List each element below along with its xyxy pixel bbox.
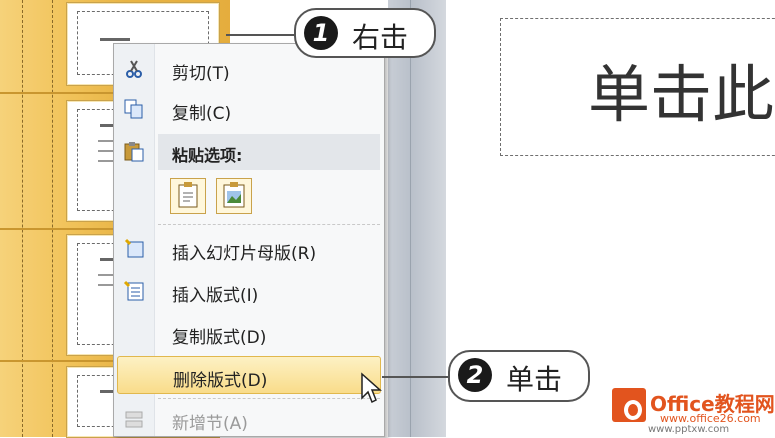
menu-separator — [158, 398, 380, 399]
mouse-pointer-icon — [360, 372, 384, 410]
menu-item-insert-layout[interactable]: 插入版式(I) — [114, 272, 384, 310]
menu-item-copy[interactable]: 复制(C) — [114, 90, 384, 128]
keep-text-only-icon — [171, 182, 205, 217]
callout-text: 右击 — [352, 21, 409, 54]
scissors-icon — [123, 58, 145, 80]
callout-step-2: 2 单击 — [448, 350, 590, 402]
watermark-url: www.pptxw.com — [648, 424, 730, 435]
menu-separator — [158, 224, 380, 225]
insert-master-icon — [123, 238, 145, 260]
context-menu: 剪切(T) 复制(C) 粘贴选项: 插入幻灯片母版(R) 插入版式(I) 复制版… — [113, 43, 385, 437]
pane-splitter[interactable] — [388, 0, 446, 437]
menu-item-new-section[interactable]: 新增节(A) — [114, 400, 384, 438]
watermark: Office教程网 www.office26.com www.pptxw.com — [608, 382, 775, 437]
step-number-badge: 2 — [458, 358, 492, 392]
callout-step-1: 1 右击 — [294, 8, 436, 58]
insert-layout-icon — [123, 280, 145, 302]
menu-item-delete-layout[interactable]: 删除版式(D) — [117, 356, 381, 394]
step-number-badge: 1 — [304, 16, 338, 50]
paste-picture-button[interactable] — [216, 178, 252, 214]
office-logo-icon — [612, 388, 646, 422]
menu-item-duplicate-layout[interactable]: 复制版式(D) — [114, 314, 384, 352]
callout-leader-line — [382, 376, 450, 378]
callout-leader-line — [226, 34, 296, 36]
pane-guide-line — [22, 0, 23, 437]
title-placeholder-text: 单击此 — [588, 58, 775, 131]
menu-item-label: 剪切(T) — [172, 64, 230, 84]
callout-text: 单击 — [506, 363, 563, 396]
menu-item-label: 复制(C) — [172, 104, 232, 124]
menu-item-label: 新增节(A) — [172, 414, 248, 434]
paste-icon — [123, 140, 145, 162]
paste-options-label: 粘贴选项: — [172, 146, 243, 165]
paste-options-header: 粘贴选项: — [158, 134, 380, 170]
menu-item-label: 删除版式(D) — [173, 371, 268, 391]
menu-item-label: 插入幻灯片母版(R) — [172, 244, 317, 264]
picture-icon — [217, 182, 251, 217]
pane-guide-line — [52, 0, 53, 437]
menu-item-label: 复制版式(D) — [172, 328, 267, 348]
new-section-icon — [123, 408, 145, 430]
copy-icon — [123, 98, 145, 120]
menu-item-insert-slide-master[interactable]: 插入幻灯片母版(R) — [114, 230, 384, 268]
menu-item-label: 插入版式(I) — [172, 286, 259, 306]
paste-keep-text-button[interactable] — [170, 178, 206, 214]
